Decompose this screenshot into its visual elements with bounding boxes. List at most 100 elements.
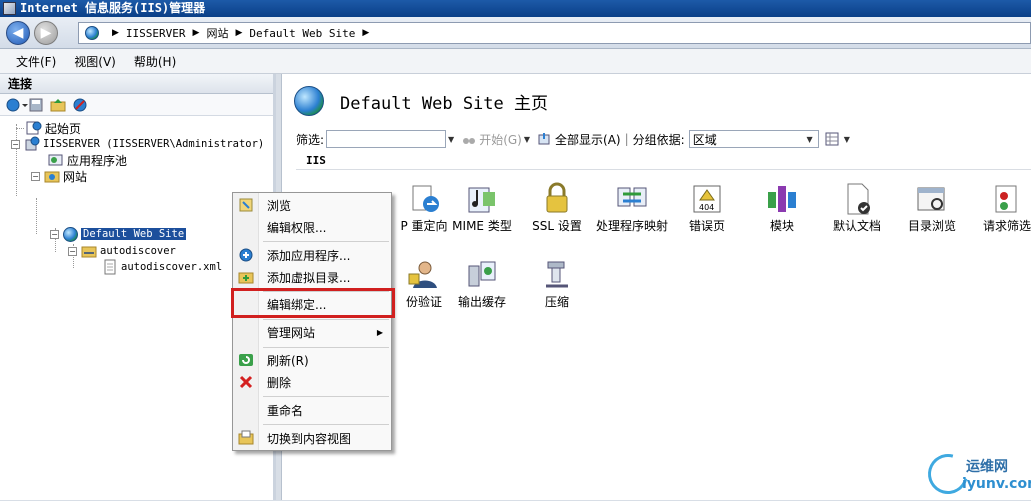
group-by-label: 分组依据: (632, 132, 685, 147)
tree-node-server[interactable]: − IISSERVER (IISSERVER\Administrator) (11, 136, 264, 152)
menu-item-edit-bindings[interactable]: 编辑绑定... (233, 294, 391, 314)
start-filter-label: 开始(G) (479, 132, 522, 147)
menu-item-add-application[interactable]: 添加应用程序... (233, 245, 391, 265)
menu-view[interactable]: 视图(V) (74, 53, 116, 70)
toolbar-separator: | (624, 132, 629, 146)
tree-label: autodiscover.xml (121, 261, 223, 273)
feature-label: 处理程序映射 (595, 219, 668, 233)
menu-item-edit-permissions[interactable]: 编辑权限... (233, 217, 391, 237)
chevron-down-icon: ▼ (523, 134, 531, 144)
show-all-icon (538, 132, 552, 146)
feature-modules[interactable]: 模块 (744, 182, 820, 233)
connect-icon[interactable] (6, 97, 28, 113)
tree-node-autodiscover[interactable]: − autodiscover (68, 243, 176, 259)
collapse-icon[interactable]: − (50, 229, 59, 239)
section-header-iis: IIS (296, 154, 1031, 170)
feature-handler-mappings[interactable]: 处理程序映射 (594, 182, 670, 233)
group-by-value: 区域 (692, 132, 717, 147)
feature-label: 默认文档 (832, 219, 881, 233)
breadcrumb-server[interactable]: IISSERVER (126, 27, 186, 40)
feature-label: 输出缓存 (457, 295, 506, 309)
collapse-icon[interactable]: − (11, 139, 20, 149)
start-page-icon (26, 120, 42, 136)
start-filter-button[interactable]: 开始(G) ▼ (462, 131, 532, 148)
feature-default-document[interactable]: 默认文档 (819, 182, 895, 233)
page-header: Default Web Site 主页 (294, 86, 548, 116)
menu-item-switch-content-view[interactable]: 切换到内容视图 (233, 428, 391, 448)
menu-item-delete[interactable]: 删除 (233, 372, 391, 392)
tree-label: 网站 (63, 169, 88, 184)
breadcrumb-default-site[interactable]: Default Web Site (249, 27, 355, 40)
tree-node-autodiscover-xml[interactable]: autodiscover.xml (102, 259, 222, 275)
menu-item-label: 切换到内容视图 (267, 431, 352, 446)
menu-file[interactable]: 文件(F) (16, 53, 56, 70)
menu-separator (263, 319, 389, 320)
menu-item-label: 编辑绑定... (267, 297, 327, 312)
globe-icon (85, 26, 99, 40)
feature-output-caching[interactable]: 输出缓存 (444, 258, 520, 309)
menu-item-manage-website[interactable]: 管理网站 ▶ (233, 322, 391, 342)
tree-label: 应用程序池 (67, 153, 128, 168)
feature-request-filtering[interactable]: 请求筛选 (969, 182, 1031, 233)
chevron-down-icon[interactable]: ▼ (448, 135, 454, 144)
iis-app-icon (3, 2, 16, 15)
menu-item-add-virtual-directory[interactable]: 添加虚拟目录... (233, 267, 391, 287)
feature-ssl-settings[interactable]: SSL 设置 (519, 182, 595, 233)
menu-item-refresh[interactable]: 刷新(R) (233, 350, 391, 370)
virtual-directory-icon (81, 243, 97, 259)
main-content-panel: Default Web Site 主页 筛选: ▼ 开始(G) ▼ 全部显示(A… (281, 74, 1031, 500)
back-button[interactable]: ◀ (6, 21, 30, 45)
save-icon[interactable] (28, 97, 44, 113)
directory-browsing-icon (915, 182, 949, 216)
menu-separator (263, 396, 389, 397)
tree-label-selected: Default Web Site (81, 228, 187, 240)
menu-item-rename[interactable]: 重命名 (233, 400, 391, 420)
app-pools-icon (48, 152, 64, 168)
submenu-arrow-icon: ▶ (376, 327, 383, 337)
menu-item-label: 添加虚拟目录... (267, 270, 351, 285)
feature-compression[interactable]: 压缩 (519, 258, 595, 309)
request-filtering-icon (990, 182, 1024, 216)
feature-mime-types[interactable]: MIME 类型 (444, 182, 520, 233)
tree-node-sites[interactable]: − 网站 (31, 168, 87, 184)
feature-label: 模块 (769, 219, 794, 233)
collapse-icon[interactable]: − (31, 171, 40, 181)
view-grid-icon (825, 132, 839, 146)
menu-item-browse[interactable]: 浏览 (233, 195, 391, 215)
show-all-button[interactable]: 全部显示(A) (538, 131, 621, 148)
disconnect-icon[interactable] (72, 97, 88, 113)
filter-input[interactable] (326, 130, 447, 148)
add-application-icon (238, 247, 254, 263)
feature-directory-browsing[interactable]: 目录浏览 (894, 182, 970, 233)
connections-header: 连接 (0, 74, 273, 94)
tree-node-default-site[interactable]: − Default Web Site (50, 226, 187, 242)
group-by-select[interactable]: 区域 ▼ (688, 130, 819, 148)
tree-node-app-pools[interactable]: 应用程序池 (48, 152, 127, 168)
menu-item-label: 管理网站 (267, 325, 316, 340)
menu-help[interactable]: 帮助(H) (134, 53, 176, 70)
authentication-icon (407, 258, 441, 292)
show-all-label: 全部显示(A) (555, 132, 621, 147)
watermark: 运维网 iyunv.com (920, 446, 1031, 501)
back-arrow-icon: ◀ (12, 25, 24, 41)
navigation-bar: ◀ ▶ ▶ IISSERVER ▶ 网站 ▶ Default Web Site … (0, 17, 1031, 49)
collapse-icon[interactable]: − (68, 246, 77, 256)
connections-toolbar (0, 94, 273, 116)
error-pages-icon: 404 (690, 182, 724, 216)
tree-node-start-page[interactable]: 起始页 (14, 120, 81, 136)
forward-button[interactable]: ▶ (34, 21, 58, 45)
window-title-bar: Internet 信息服务(IIS)管理器 (0, 0, 1031, 17)
address-bar[interactable]: ▶ IISSERVER ▶ 网站 ▶ Default Web Site ▶ (78, 22, 1031, 44)
refresh-icon (238, 352, 254, 368)
menu-separator (263, 347, 389, 348)
breadcrumb-sites[interactable]: 网站 (206, 25, 228, 41)
feature-label: MIME 类型 (452, 219, 512, 233)
up-folder-icon[interactable] (50, 97, 66, 113)
output-caching-icon (465, 258, 499, 292)
view-mode-button[interactable]: ▼ (825, 132, 852, 146)
compression-icon (540, 258, 574, 292)
chevron-down-icon: ▼ (843, 134, 850, 144)
context-menu: 浏览 编辑权限... 添加应用程序... 添加虚拟目录... 编辑绑定... 管… (232, 192, 392, 451)
feature-error-pages[interactable]: 404 错误页 (669, 182, 745, 233)
handler-mappings-icon (615, 182, 649, 216)
